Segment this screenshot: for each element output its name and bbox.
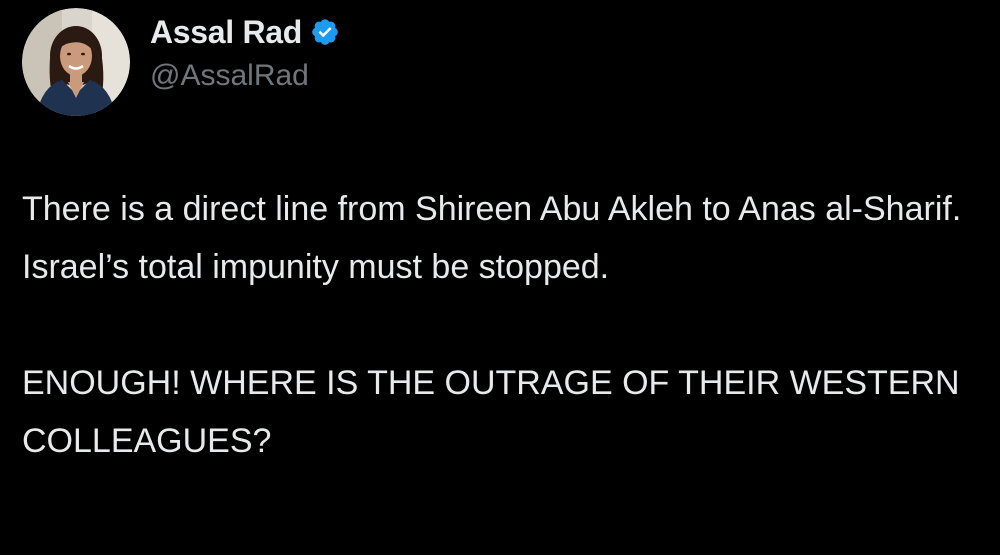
tweet-card: Assal Rad @AssalRad There is a direct li… (0, 0, 1000, 555)
tweet-paragraph: ENOUGH! WHERE IS THE OUTRAGE OF THEIR WE… (22, 364, 960, 460)
display-name[interactable]: Assal Rad (150, 14, 302, 51)
verified-badge-icon (312, 19, 338, 45)
author-handle[interactable]: @AssalRad (150, 59, 340, 93)
tweet-text: There is a direct line from Shireen Abu … (22, 180, 962, 470)
name-row: Assal Rad (150, 14, 340, 51)
author-identity: Assal Rad @AssalRad (150, 14, 340, 93)
avatar[interactable] (22, 8, 130, 116)
tweet-paragraph: There is a direct line from Shireen Abu … (22, 190, 962, 286)
tweet-header: Assal Rad @AssalRad (22, 8, 340, 116)
